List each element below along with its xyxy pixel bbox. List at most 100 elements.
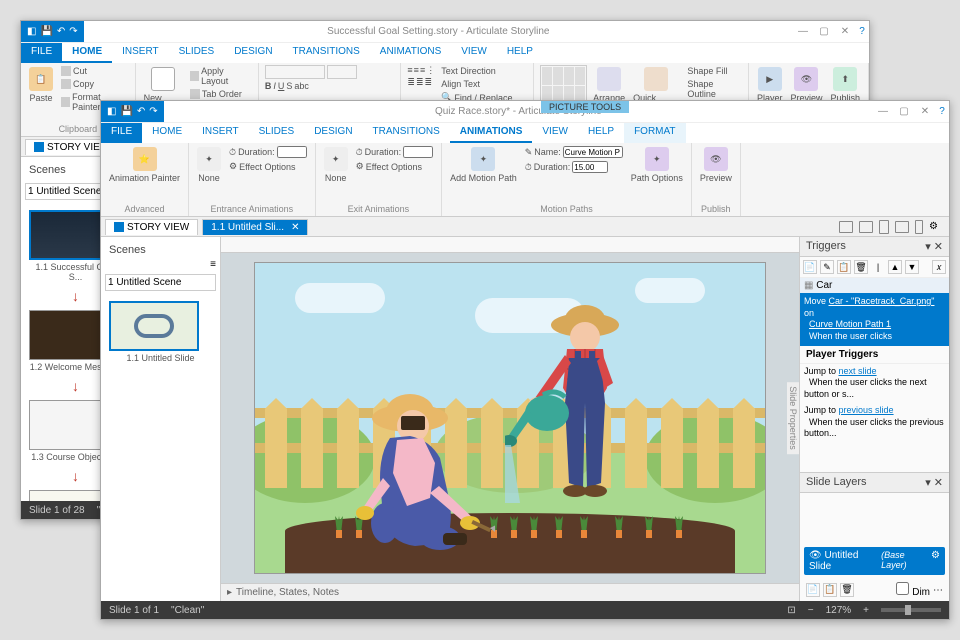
minimize-button[interactable]: — xyxy=(793,23,813,41)
shape-fill-button[interactable]: Shape Fill xyxy=(685,65,742,77)
tab-view[interactable]: VIEW xyxy=(532,123,578,143)
device-desktop-icon[interactable] xyxy=(839,221,853,233)
paste-button[interactable]: 📋Paste xyxy=(27,65,55,105)
minimize-button[interactable]: — xyxy=(873,103,893,121)
tab-file[interactable]: FILE xyxy=(21,43,62,63)
trigger-jump-prev[interactable]: Jump to previous slide When the user cli… xyxy=(800,403,949,442)
redo-icon[interactable]: ↷ xyxy=(69,26,77,37)
add-trigger-icon[interactable]: 📄 xyxy=(803,260,817,274)
player-triggers-header: Player Triggers xyxy=(800,346,949,364)
shape-outline-button[interactable]: Shape Outline xyxy=(685,78,742,100)
story-view-tab[interactable]: STORY VIEW xyxy=(105,219,198,235)
gear-icon[interactable]: ⚙ xyxy=(929,221,943,233)
slide-thumb[interactable]: 1.1 Untitled Slide xyxy=(109,301,212,363)
tab-animations[interactable]: ANIMATIONS xyxy=(370,43,451,63)
player-button[interactable]: ▶Player xyxy=(755,65,785,105)
layer-settings-icon[interactable]: ⚙ xyxy=(931,550,940,572)
device-phone-portrait-icon[interactable] xyxy=(915,220,923,234)
move-up-icon[interactable]: ▲ xyxy=(888,260,902,274)
slide-tab[interactable]: 1.1 Untitled Sli...✕ xyxy=(202,219,308,235)
tab-design[interactable]: DESIGN xyxy=(304,123,362,143)
entrance-duration-input[interactable] xyxy=(277,146,307,158)
apply-layout-button[interactable]: Apply Layout xyxy=(188,65,252,87)
tab-slides[interactable]: SLIDES xyxy=(249,123,305,143)
device-phone-landscape-icon[interactable] xyxy=(895,221,909,233)
duplicate-layer-icon[interactable]: 📋 xyxy=(823,583,837,597)
tab-format[interactable]: FORMAT xyxy=(624,123,685,143)
expand-icon[interactable]: ▸ xyxy=(227,587,232,598)
publish-button[interactable]: ⬆Publish xyxy=(828,65,862,105)
exit-duration-input[interactable] xyxy=(403,146,433,158)
slide-properties-tab[interactable]: Slide Properties xyxy=(787,382,799,454)
scene-selector[interactable] xyxy=(105,274,216,291)
save-icon[interactable]: 💾 xyxy=(120,106,132,117)
path-name-input[interactable] xyxy=(563,146,623,158)
help-icon[interactable]: ? xyxy=(935,106,949,117)
close-button[interactable]: ✕ xyxy=(915,103,935,121)
tab-home[interactable]: HOME xyxy=(62,43,112,63)
delete-trigger-icon[interactable]: 🗑 xyxy=(854,260,868,274)
fit-icon[interactable]: ⊡ xyxy=(787,605,795,616)
ribbon-tabs-back: FILE HOME INSERT SLIDES DESIGN TRANSITIO… xyxy=(21,43,869,63)
undo-icon[interactable]: ↶ xyxy=(137,106,145,117)
maximize-button[interactable]: ▢ xyxy=(814,23,834,41)
help-icon[interactable]: ? xyxy=(855,26,869,37)
arrange-button[interactable]: Arrange xyxy=(591,65,627,105)
animation-painter-button[interactable]: ⭐Animation Painter xyxy=(107,145,182,185)
trigger-jump-next[interactable]: Jump to next slide When the user clicks … xyxy=(800,364,949,403)
save-icon[interactable]: 💾 xyxy=(40,26,52,37)
tab-transitions[interactable]: TRANSITIONS xyxy=(363,123,450,143)
close-button[interactable]: ✕ xyxy=(835,23,855,41)
zoom-in-icon[interactable]: + xyxy=(863,605,869,616)
path-duration-input[interactable] xyxy=(572,161,608,173)
zoom-out-icon[interactable]: − xyxy=(808,605,814,616)
edit-trigger-icon[interactable]: ✎ xyxy=(820,260,834,274)
tab-file[interactable]: FILE xyxy=(101,123,142,143)
maximize-button[interactable]: ▢ xyxy=(894,103,914,121)
redo-icon[interactable]: ↷ xyxy=(149,106,157,117)
tab-transitions[interactable]: TRANSITIONS xyxy=(283,43,370,63)
undo-icon[interactable]: ↶ xyxy=(57,26,65,37)
preview-button[interactable]: 👁Preview xyxy=(788,65,824,105)
layer-menu-icon[interactable]: ⋯ xyxy=(933,585,943,596)
preview-button[interactable]: 👁Preview xyxy=(698,145,734,185)
tab-insert[interactable]: INSERT xyxy=(192,123,249,143)
tab-insert[interactable]: INSERT xyxy=(112,43,169,63)
timeline-bar[interactable]: ▸ Timeline, States, Notes xyxy=(221,583,799,601)
tab-home[interactable]: HOME xyxy=(142,123,192,143)
align-text-button[interactable]: Align Text xyxy=(439,78,514,90)
app-icon: ◧ xyxy=(27,26,36,37)
tab-slides[interactable]: SLIDES xyxy=(169,43,225,63)
cut-button[interactable]: Cut xyxy=(59,65,129,77)
entrance-effect-options[interactable]: ⚙Effect Options xyxy=(227,160,309,173)
delete-layer-icon[interactable]: 🗑 xyxy=(840,583,854,597)
tab-view[interactable]: VIEW xyxy=(451,43,497,63)
dim-checkbox[interactable] xyxy=(896,582,909,595)
exit-effect-options[interactable]: ⚙Effect Options xyxy=(354,160,436,173)
add-motion-path-button[interactable]: ✦Add Motion Path xyxy=(448,145,519,185)
add-layer-icon[interactable]: 📄 xyxy=(806,583,820,597)
tab-help[interactable]: HELP xyxy=(497,43,543,63)
exit-none-button[interactable]: ✦None xyxy=(322,145,350,185)
trigger-toolbar: 📄 ✎ 📋 🗑 | ▲ ▼ 𝑥 xyxy=(800,257,949,278)
panel-menu-icon[interactable]: ≡ xyxy=(210,259,216,270)
trigger-object-row[interactable]: ▦ Car xyxy=(800,278,949,293)
path-options-button[interactable]: ✦Path Options xyxy=(629,145,685,185)
device-tablet-portrait-icon[interactable] xyxy=(879,220,889,234)
copy-trigger-icon[interactable]: 📋 xyxy=(837,260,851,274)
variables-icon[interactable]: 𝑥 xyxy=(932,260,946,274)
tab-animations[interactable]: ANIMATIONS xyxy=(450,123,533,143)
entrance-none-button[interactable]: ✦None xyxy=(195,145,223,185)
move-down-icon[interactable]: ▼ xyxy=(905,260,919,274)
text-direction-button[interactable]: Text Direction xyxy=(439,65,514,77)
slide-canvas[interactable] xyxy=(255,263,765,573)
tab-help[interactable]: HELP xyxy=(578,123,624,143)
shapes-gallery[interactable] xyxy=(540,65,587,105)
tab-order-button[interactable]: Tab Order xyxy=(188,88,252,100)
base-layer-row[interactable]: 👁 Untitled Slide (Base Layer) ⚙ xyxy=(804,547,945,575)
device-tablet-landscape-icon[interactable] xyxy=(859,221,873,233)
tab-design[interactable]: DESIGN xyxy=(224,43,282,63)
copy-button[interactable]: Copy xyxy=(59,78,129,90)
zoom-slider[interactable] xyxy=(881,608,941,612)
trigger-action-selected[interactable]: Move Car - "Racetrack_Car.png" on Curve … xyxy=(800,293,949,346)
